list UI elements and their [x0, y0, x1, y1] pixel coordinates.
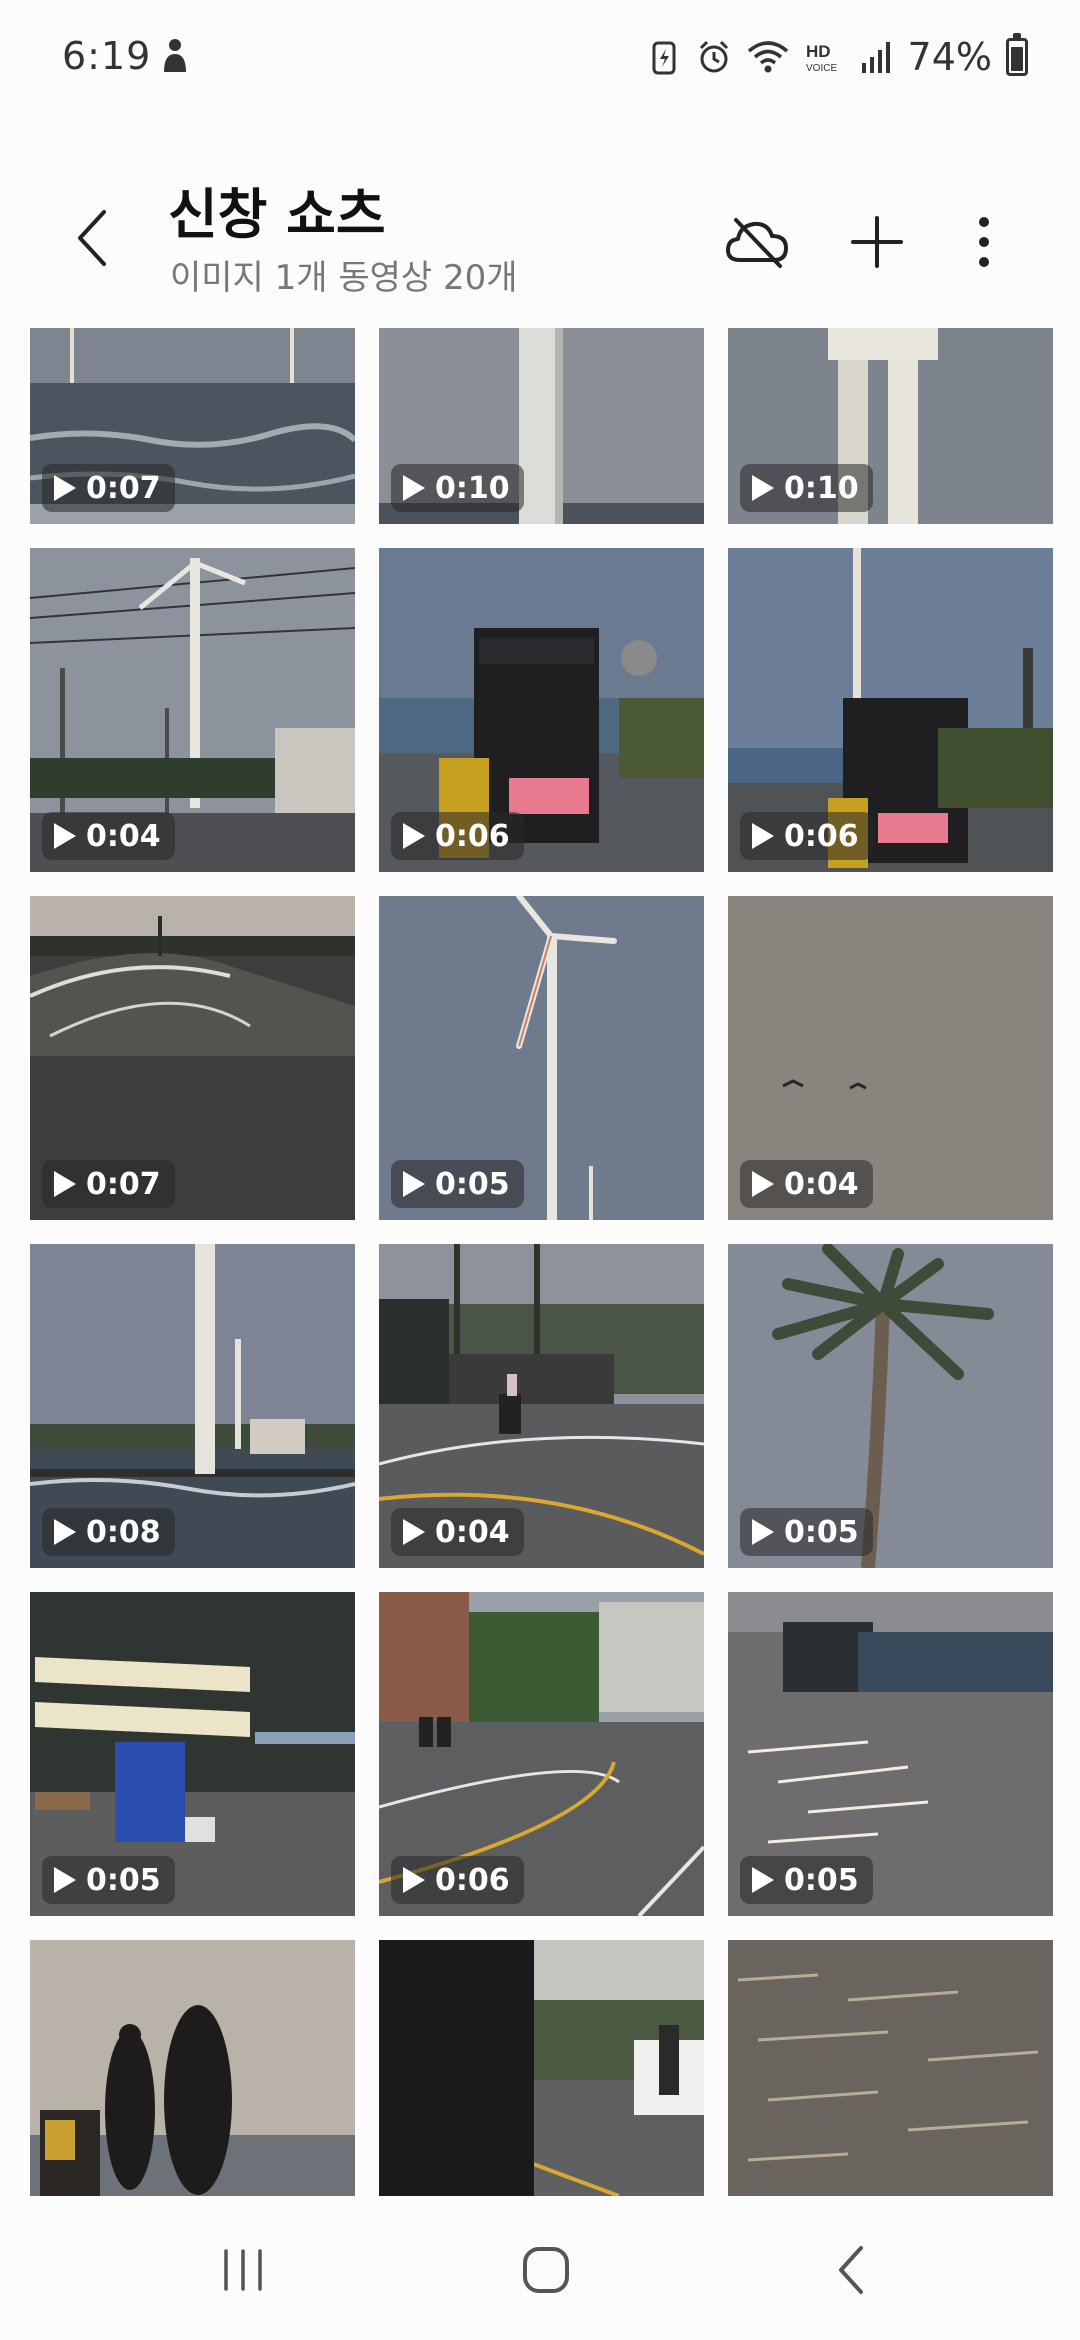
video-thumbnail[interactable] [30, 1940, 355, 2196]
video-duration: 0:10 [784, 470, 859, 506]
status-time: 6:19 [62, 34, 152, 78]
video-thumbnail[interactable]: 0:07 [30, 896, 355, 1220]
video-duration-badge: 0:04 [391, 1508, 524, 1556]
video-duration: 0:04 [86, 818, 161, 854]
video-thumbnail[interactable]: 0:06 [379, 1592, 704, 1916]
battery-saver-icon [652, 41, 676, 75]
system-back-button[interactable] [806, 2230, 896, 2310]
video-duration: 0:04 [435, 1514, 510, 1550]
back-icon [839, 2246, 863, 2294]
more-options-button[interactable] [944, 202, 1024, 282]
status-bar: 6:19 HD VOICE 74% [0, 0, 1080, 112]
play-icon [54, 475, 76, 501]
video-thumbnail[interactable]: 0:05 [728, 1592, 1053, 1916]
home-icon [523, 2247, 569, 2293]
video-duration: 0:06 [435, 1862, 510, 1898]
alarm-icon [699, 40, 728, 73]
video-duration-badge: 0:05 [391, 1160, 524, 1208]
video-duration: 0:10 [435, 470, 510, 506]
play-icon [403, 1171, 425, 1197]
video-thumbnail[interactable]: 0:04 [379, 1244, 704, 1568]
play-icon [54, 823, 76, 849]
video-thumbnail[interactable]: 0:10 [728, 328, 1053, 524]
video-thumbnail[interactable]: 0:06 [728, 548, 1053, 872]
battery-percent: 74% [907, 35, 992, 79]
video-duration-badge: 0:06 [391, 1856, 524, 1904]
add-button[interactable] [837, 202, 917, 282]
play-icon [403, 1519, 425, 1545]
video-thumbnail[interactable]: 0:05 [379, 896, 704, 1220]
video-thumbnail[interactable]: 0:05 [30, 1592, 355, 1916]
video-thumbnail[interactable]: 0:04 [30, 548, 355, 872]
album-item-count: 이미지 1개 동영상 20개 [170, 258, 518, 298]
play-icon [752, 1171, 774, 1197]
video-duration-badge: 0:07 [42, 1160, 175, 1208]
hd-voice-icon: HD VOICE [806, 42, 837, 74]
thumbnail-image [30, 1940, 355, 2196]
svg-text:HD: HD [806, 42, 831, 61]
person-icon [164, 39, 186, 72]
video-thumbnail[interactable]: 0:05 [728, 1244, 1053, 1568]
video-duration: 0:05 [784, 1862, 859, 1898]
recents-button[interactable] [198, 2230, 288, 2310]
home-button[interactable] [501, 2230, 591, 2310]
status-icons: HD VOICE 74% [646, 32, 1028, 82]
video-duration: 0:07 [86, 470, 161, 506]
battery-icon [1006, 33, 1028, 76]
video-duration-badge: 0:05 [740, 1508, 873, 1556]
play-icon [403, 1867, 425, 1893]
video-duration: 0:05 [435, 1166, 510, 1202]
video-thumbnail[interactable]: 0:08 [30, 1244, 355, 1568]
cloud-sync-button[interactable] [717, 202, 797, 282]
video-duration: 0:05 [86, 1862, 161, 1898]
media-grid: 0:07 0:10 0:10 0:04 0:06 0:06 0:07 0:05 … [30, 328, 1053, 2196]
play-icon [752, 823, 774, 849]
add-icon [851, 216, 903, 268]
thumbnail-image [379, 1940, 704, 2196]
video-duration-badge: 0:06 [391, 812, 524, 860]
video-thumbnail[interactable] [379, 1940, 704, 2196]
video-duration-badge: 0:10 [740, 464, 873, 512]
video-duration: 0:08 [86, 1514, 161, 1550]
video-duration-badge: 0:07 [42, 464, 175, 512]
video-duration: 0:06 [435, 818, 510, 854]
video-duration: 0:06 [784, 818, 859, 854]
svg-text:VOICE: VOICE [806, 63, 837, 74]
album-header: 신창 쇼츠 이미지 1개 동영상 20개 [0, 150, 1080, 310]
back-icon [78, 210, 106, 266]
video-duration-badge: 0:05 [740, 1856, 873, 1904]
play-icon [752, 1519, 774, 1545]
video-duration-badge: 0:05 [42, 1856, 175, 1904]
back-button[interactable] [62, 198, 122, 278]
video-duration: 0:04 [784, 1166, 859, 1202]
wifi-icon [747, 41, 788, 73]
video-thumbnail[interactable]: 0:07 [30, 328, 355, 524]
thumbnail-image [728, 1940, 1053, 2196]
video-thumbnail[interactable]: 0:04 [728, 896, 1053, 1220]
video-duration-badge: 0:10 [391, 464, 524, 512]
video-duration: 0:07 [86, 1166, 161, 1202]
play-icon [403, 475, 425, 501]
play-icon [54, 1867, 76, 1893]
video-duration-badge: 0:04 [740, 1160, 873, 1208]
play-icon [54, 1519, 76, 1545]
navigation-bar [0, 2196, 1080, 2340]
battery-level [1011, 47, 1023, 71]
recents-icon [224, 2249, 262, 2291]
video-thumbnail[interactable] [728, 1940, 1053, 2196]
album-title: 신창 쇼츠 [168, 183, 386, 246]
video-duration: 0:05 [784, 1514, 859, 1550]
play-icon [752, 1867, 774, 1893]
cloud-off-icon [726, 218, 788, 268]
video-duration-badge: 0:08 [42, 1508, 175, 1556]
signal-icon [861, 42, 890, 73]
video-thumbnail[interactable]: 0:10 [379, 328, 704, 524]
video-thumbnail[interactable]: 0:06 [379, 548, 704, 872]
more-icon [979, 217, 989, 267]
play-icon [403, 823, 425, 849]
play-icon [54, 1171, 76, 1197]
video-duration-badge: 0:04 [42, 812, 175, 860]
play-icon [752, 475, 774, 501]
video-duration-badge: 0:06 [740, 812, 873, 860]
